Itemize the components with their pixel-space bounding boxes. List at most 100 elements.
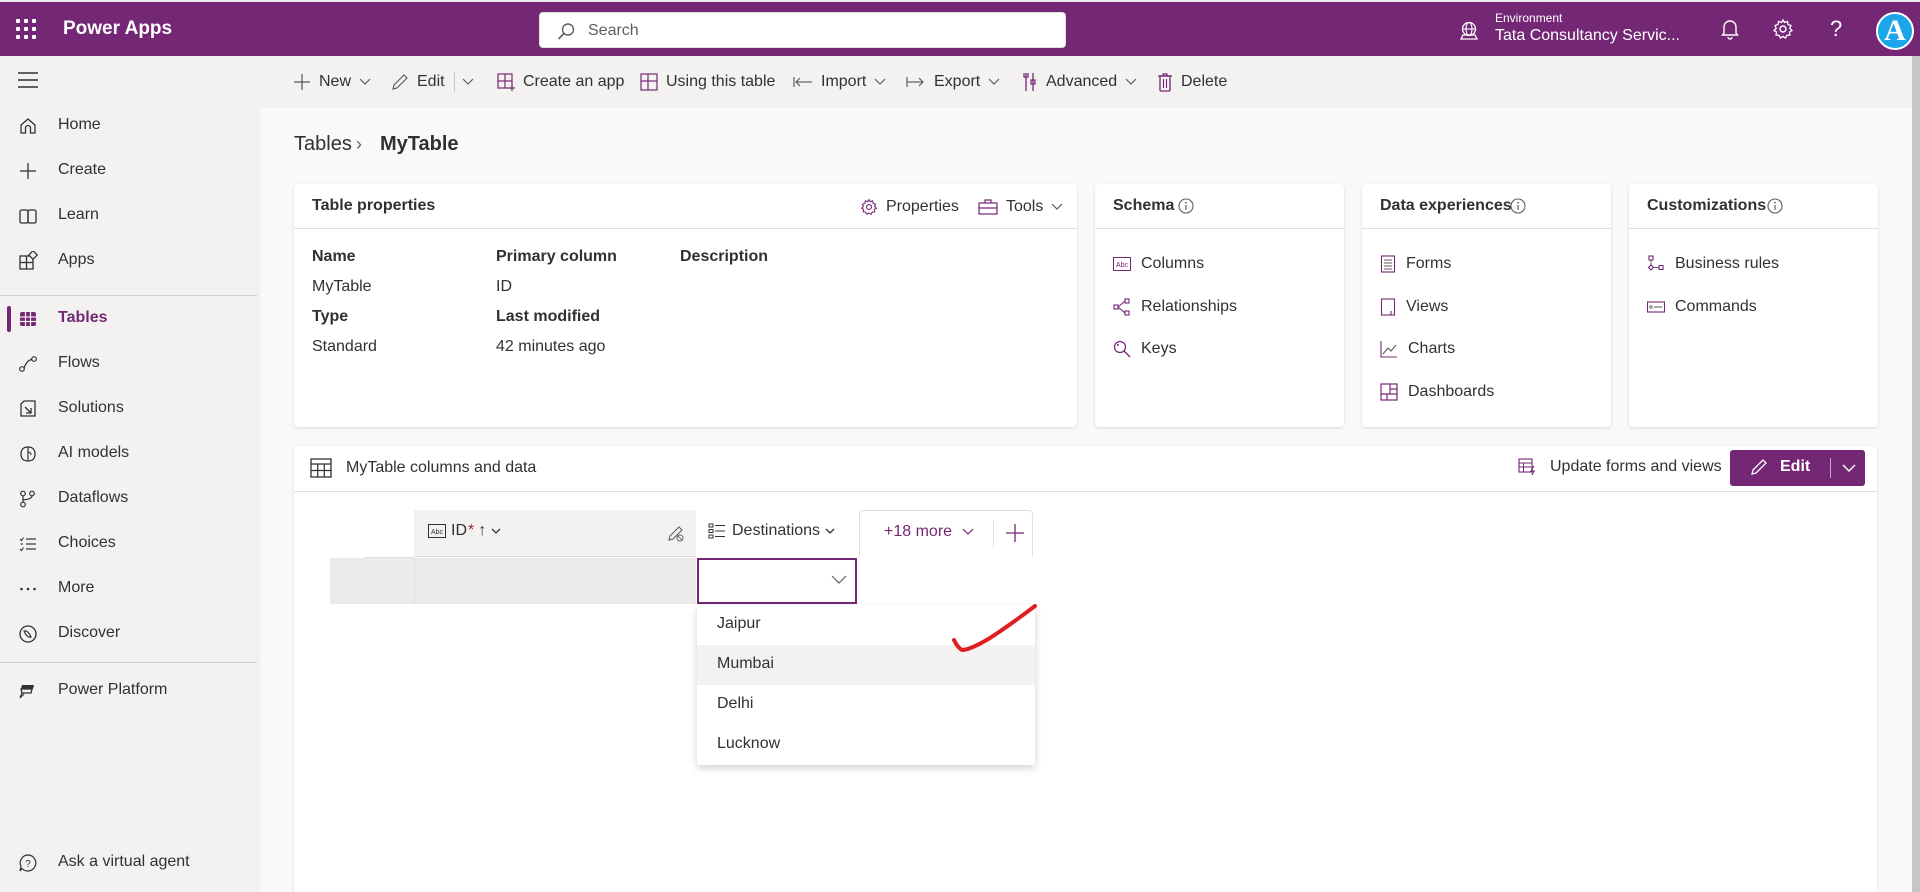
info-icon[interactable]: [1767, 198, 1783, 214]
schema-link-columns[interactable]: Abc Columns: [1113, 252, 1204, 276]
id-column-header-label[interactable]: Abc ID * ↑: [428, 522, 501, 540]
avatar[interactable]: A: [1876, 12, 1914, 50]
sidebar-item-label: Choices: [58, 534, 116, 551]
waffle-icon[interactable]: [16, 19, 36, 39]
update-forms-views-button[interactable]: Update forms and views: [1518, 458, 1722, 476]
relationships-icon: [1113, 298, 1130, 316]
new-button[interactable]: New: [293, 70, 371, 94]
data-exp-link-charts[interactable]: Charts: [1380, 337, 1455, 361]
delete-label: Delete: [1181, 73, 1228, 90]
edit-label: Edit: [417, 73, 445, 90]
destinations-column-name: Destinations: [732, 522, 821, 539]
separator: [993, 521, 994, 547]
new-label: New: [319, 73, 352, 90]
breadcrumb-tables-link[interactable]: Tables: [294, 133, 352, 156]
option-label: Lucknow: [717, 735, 781, 752]
destinations-column-header[interactable]: Destinations: [708, 522, 835, 540]
command-bar: New Edit Create an app Using this table …: [257, 56, 1920, 108]
chevron-down-icon: [1125, 78, 1137, 85]
sidebar-item-flows[interactable]: Flows: [0, 344, 257, 384]
properties-button[interactable]: Properties: [860, 195, 959, 219]
sidebar-divider: [0, 662, 257, 663]
toolbar-separator: [454, 72, 455, 92]
edit-data-main[interactable]: Edit: [1750, 458, 1810, 476]
table-grid-icon: [310, 458, 332, 478]
info-icon[interactable]: [1510, 198, 1526, 214]
option-label: Delhi: [717, 695, 754, 712]
more-icon: [20, 587, 36, 591]
using-table-button[interactable]: Using this table: [640, 70, 775, 94]
update-forms-label: Update forms and views: [1550, 458, 1722, 475]
add-column-icon[interactable]: [1004, 522, 1026, 544]
link-label: Forms: [1406, 255, 1452, 272]
key-icon: [1113, 340, 1131, 358]
customization-link-business-rules[interactable]: Business rules: [1647, 252, 1779, 276]
tools-button[interactable]: Tools: [978, 195, 1063, 219]
search-box[interactable]: [539, 12, 1066, 48]
advanced-button[interactable]: Advanced: [1022, 70, 1137, 94]
export-button[interactable]: Export: [906, 70, 1000, 94]
tools-icon: [1023, 73, 1036, 91]
help-icon[interactable]: ?: [1830, 16, 1842, 42]
sidebar-item-home[interactable]: Home: [0, 106, 257, 146]
ask-virtual-agent[interactable]: ? Ask a virtual agent: [0, 843, 257, 883]
edit-data-button[interactable]: Edit: [1730, 450, 1865, 486]
search-input[interactable]: [588, 19, 1048, 43]
id-cell[interactable]: [414, 558, 696, 604]
sidebar-item-choices[interactable]: Choices: [0, 524, 257, 564]
sidebar-item-solutions[interactable]: Solutions: [0, 389, 257, 429]
gear-icon[interactable]: [1772, 18, 1794, 40]
create-app-button[interactable]: Create an app: [497, 70, 624, 94]
option-label: Mumbai: [717, 655, 774, 672]
chevron-down-icon: [988, 78, 1000, 85]
chevron-down-icon[interactable]: [1837, 456, 1861, 480]
data-exp-link-forms[interactable]: Forms: [1380, 252, 1451, 276]
sidebar-item-discover[interactable]: Discover: [0, 614, 257, 654]
edit-toolbar-button[interactable]: Edit: [391, 70, 445, 94]
sidebar-item-create[interactable]: Create: [0, 151, 257, 191]
prop-primary-column-label: Primary column: [496, 248, 617, 265]
option-delhi[interactable]: Delhi: [697, 685, 1035, 725]
power-platform-icon: [19, 685, 34, 699]
chart-icon: [1380, 341, 1397, 358]
data-exp-link-dashboards[interactable]: Dashboards: [1380, 380, 1494, 404]
edit-dropdown-button[interactable]: [462, 70, 474, 94]
sidebar-item-label: Create: [58, 161, 107, 178]
sidebar-item-tables[interactable]: Tables: [0, 299, 257, 339]
sidebar-item-learn[interactable]: Learn: [0, 196, 257, 236]
environment-name[interactable]: Tata Consultancy Servic...: [1495, 27, 1680, 45]
sidebar-item-power-platform[interactable]: Power Platform: [0, 671, 257, 711]
top-bar: Power Apps Environment Tata Consultancy …: [0, 0, 1920, 56]
link-label: Columns: [1141, 255, 1205, 272]
more-columns-button[interactable]: +18 more: [884, 523, 974, 541]
edit-column-icon[interactable]: [667, 524, 685, 542]
active-indicator: [7, 306, 11, 332]
app-title[interactable]: Power Apps: [63, 18, 172, 40]
bell-icon[interactable]: [1720, 18, 1740, 40]
sidebar-item-dataflows[interactable]: Dataflows: [0, 479, 257, 519]
environment-label: Environment: [1495, 11, 1563, 25]
hamburger-menu-icon[interactable]: [18, 72, 38, 88]
delete-button[interactable]: Delete: [1157, 70, 1227, 94]
card-header: Data experiences: [1362, 184, 1611, 229]
schema-link-keys[interactable]: Keys: [1113, 337, 1177, 361]
edit-data-label: Edit: [1780, 458, 1811, 475]
sidebar-item-more[interactable]: More: [0, 569, 257, 609]
option-lucknow[interactable]: Lucknow: [697, 725, 1035, 765]
schema-link-relationships[interactable]: Relationships: [1113, 295, 1237, 319]
sidebar-item-ai-models[interactable]: AI models: [0, 434, 257, 474]
page-title: MyTable: [380, 133, 459, 155]
row-selector-cell[interactable]: [330, 558, 414, 604]
sidebar-item-apps[interactable]: Apps: [0, 241, 257, 281]
page-scrollbar[interactable]: [1912, 56, 1920, 892]
info-icon[interactable]: [1178, 198, 1194, 214]
import-button[interactable]: Import: [793, 70, 886, 94]
customization-link-commands[interactable]: Commands: [1647, 295, 1757, 319]
advanced-label: Advanced: [1046, 73, 1118, 90]
data-exp-link-views[interactable]: Views: [1380, 295, 1448, 319]
card-title: Customizations: [1647, 197, 1767, 214]
environment-icon[interactable]: [1458, 20, 1480, 42]
table-icon: [20, 312, 36, 326]
chevron-down-icon: [874, 78, 886, 85]
destinations-dropdown[interactable]: [697, 558, 857, 604]
